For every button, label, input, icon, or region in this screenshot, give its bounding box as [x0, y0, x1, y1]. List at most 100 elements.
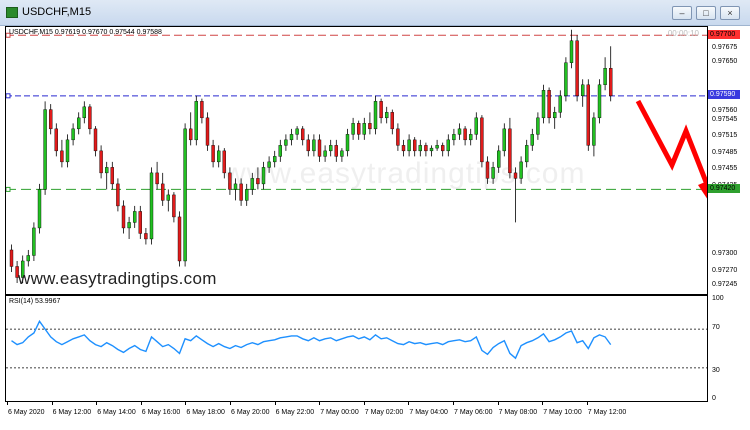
restore-button[interactable]: □ — [696, 6, 716, 20]
time-axis-label: 7 May 06:00 — [454, 409, 493, 416]
candle-body — [9, 249, 14, 267]
candle-body — [172, 194, 176, 218]
time-axis-tick — [542, 401, 544, 405]
candle-body — [340, 150, 344, 157]
price-axis-label: 0.97300 — [712, 250, 738, 258]
candle-body — [155, 172, 159, 185]
pivot-price-tag: 0.97590 — [708, 90, 740, 100]
candle-body — [592, 117, 596, 146]
candle-body — [435, 145, 439, 149]
candle-body — [177, 216, 182, 262]
price-axis-label: 0.97270 — [712, 266, 738, 274]
candle-body — [362, 123, 366, 135]
candle-body — [452, 134, 456, 141]
time-axis-label: 7 May 10:00 — [543, 409, 582, 416]
candle-body — [43, 109, 47, 190]
candle-body — [502, 128, 506, 152]
candle-body — [396, 128, 400, 146]
time-axis-tick — [274, 401, 276, 405]
candle-body — [144, 233, 148, 240]
red-zigzag-arrow — [635, 99, 707, 188]
candle-body — [480, 117, 484, 163]
candle-body — [301, 128, 305, 141]
candle-body — [60, 150, 64, 163]
candle-body — [127, 222, 131, 229]
candle-body — [418, 145, 422, 152]
candle-body — [216, 150, 221, 163]
candle-body — [166, 194, 171, 201]
symbol-ohlc-info: USDCHF,M15 0.97619 0.97670 0.97544 0.975… — [9, 29, 162, 36]
time-axis-tick — [7, 401, 8, 405]
candle-body — [312, 139, 316, 152]
candle-body — [295, 128, 299, 135]
rsi-line — [11, 319, 612, 360]
candle-body — [401, 145, 406, 152]
candle-body — [183, 128, 187, 262]
terminal-window: USDCHF,M15 – □ × USDCHF,M15 0.97619 0.97… — [0, 0, 750, 430]
candle-body — [93, 128, 98, 152]
close-button[interactable]: × — [720, 6, 740, 20]
candle-body — [200, 101, 204, 119]
candle-body — [121, 205, 126, 229]
time-axis-label: 7 May 00:00 — [320, 409, 359, 416]
candle-body — [597, 84, 602, 119]
candle-body — [132, 211, 137, 223]
time-axis-tick — [140, 401, 142, 405]
candle-body — [289, 134, 294, 141]
time-axis[interactable]: 6 May 2020 6 May 12:00 6 May 14:00 6 May 16… — [5, 401, 746, 430]
time-axis-label: 7 May 02:00 — [364, 409, 404, 416]
rsi-chart — [6, 319, 707, 369]
rsi-level-30: 30 — [712, 367, 720, 374]
price-chart-pane[interactable]: USDCHF,M15 0.97619 0.97670 0.97544 0.975… — [5, 26, 708, 295]
time-axis-label: 6 May 22:00 — [275, 409, 315, 416]
candle-body — [603, 68, 607, 86]
candle-body — [586, 84, 590, 146]
time-axis-label: 6 May 14:00 — [97, 409, 136, 416]
time-axis-tick — [51, 401, 53, 405]
time-axis-tick — [319, 401, 321, 405]
candle-body — [541, 90, 546, 119]
minimize-button[interactable]: – — [672, 6, 692, 20]
price-axis-label: 0.97545 — [712, 115, 738, 123]
candle-body — [116, 183, 120, 207]
candle-body — [530, 134, 534, 146]
candle-body — [54, 128, 58, 152]
price-axis-label: 0.97675 — [712, 44, 738, 52]
window-title: USDCHF,M15 — [22, 6, 92, 18]
candle-body — [357, 123, 361, 135]
time-axis-label: 7 May 08:00 — [498, 409, 538, 416]
watermark-faint: www.easytradingtips.com — [224, 157, 586, 190]
price-axis[interactable]: 0.97675 0.97650 0.97560 0.97545 0.97515 0.974… — [708, 26, 746, 295]
candle-body — [373, 101, 378, 130]
candle-body — [385, 112, 389, 119]
candle-body — [284, 139, 288, 146]
candle-body — [553, 112, 557, 119]
time-axis-tick — [185, 401, 187, 405]
candle-body — [160, 183, 165, 201]
rsi-level-70: 70 — [712, 324, 720, 331]
price-axis-label: 0.97650 — [712, 57, 738, 65]
candle-body — [76, 117, 81, 130]
rsi-level-100: 100 — [712, 295, 724, 302]
price-axis-label: 0.97560 — [712, 107, 738, 115]
time-axis-tick — [230, 401, 231, 405]
candle-body — [575, 40, 579, 97]
candle-body — [558, 95, 562, 113]
time-axis-tick — [586, 401, 588, 405]
candle-body — [429, 147, 434, 152]
time-axis-tick — [96, 401, 98, 405]
candle-body — [547, 90, 551, 119]
candle-body — [441, 145, 445, 152]
candle-body — [149, 172, 154, 240]
candle-body — [329, 145, 333, 152]
price-axis-label: 0.97455 — [712, 165, 738, 173]
candle-body — [564, 62, 568, 97]
candle-body — [609, 68, 613, 97]
rsi-pane[interactable]: RSI(14) 53.9967 — [5, 295, 708, 402]
chart-window-icon — [6, 7, 18, 18]
time-axis-tick — [408, 401, 410, 405]
candle-body — [65, 139, 70, 163]
candle-body — [379, 101, 383, 119]
candle-body — [536, 117, 540, 135]
candle-body — [446, 139, 450, 152]
